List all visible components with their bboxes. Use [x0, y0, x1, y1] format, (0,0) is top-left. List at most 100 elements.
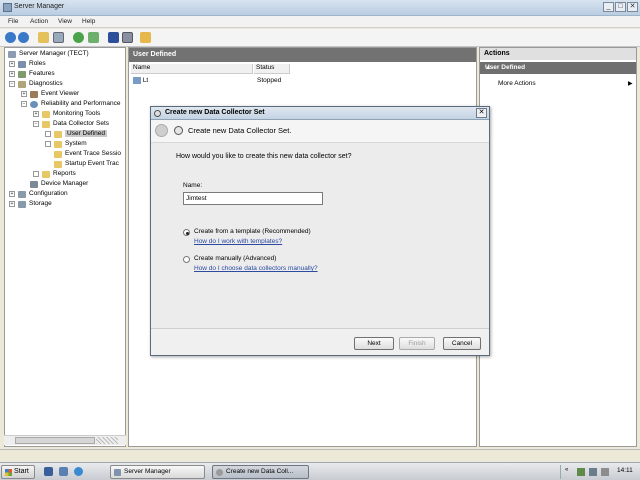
performance-icon [30, 101, 38, 108]
row-name: Lt [142, 77, 149, 85]
folder-icon [54, 151, 62, 158]
collapse-icon[interactable]: − [9, 81, 15, 87]
storage-icon [18, 201, 26, 208]
tree-horizontal-scrollbar[interactable] [4, 435, 126, 445]
more-actions-link[interactable]: More Actions [498, 80, 536, 87]
status-bar [0, 449, 640, 461]
start-button[interactable]: Start [1, 465, 35, 479]
template-option-label[interactable]: Create from a template (Recommended) [194, 228, 311, 235]
folder-icon [54, 161, 62, 168]
system-tray: « 14:11 [560, 465, 638, 479]
tree-item-label: System [65, 140, 87, 147]
actions-title: Actions [484, 50, 510, 57]
create-data-collector-set-dialog: Create new Data Collector Set ✕ Create n… [150, 106, 490, 356]
menu-help[interactable]: Help [82, 18, 95, 25]
tree-item-label: User Defined [65, 130, 107, 137]
expand-icon[interactable]: + [33, 111, 39, 117]
column-header-name[interactable]: Name [131, 64, 253, 74]
manual-option-label[interactable]: Create manually (Advanced) [194, 255, 276, 262]
taskbar-item-create-data-collector[interactable]: Create new Data Coll... [212, 465, 309, 479]
expand-icon[interactable] [45, 131, 51, 137]
expand-icon[interactable]: + [21, 91, 27, 97]
expand-icon[interactable]: + [9, 201, 15, 207]
actions-section-user-defined[interactable]: User Defined ▲ [480, 62, 636, 74]
start-label: Start [14, 468, 29, 475]
tray-expand-icon[interactable]: « [565, 467, 573, 475]
new-icon[interactable] [140, 32, 151, 43]
wizard-back-button[interactable] [155, 124, 168, 137]
collapse-icon[interactable]: − [33, 121, 39, 127]
menu-action[interactable]: Action [30, 18, 48, 25]
diagnostics-icon [18, 81, 26, 88]
dialog-title-bar[interactable]: Create new Data Collector Set ✕ [151, 107, 489, 120]
show-hide-tree-icon[interactable] [53, 32, 64, 43]
expand-icon[interactable]: + [9, 61, 15, 67]
tree-item-label: Reliability and Performance [41, 100, 121, 107]
properties-icon[interactable] [122, 32, 133, 43]
menu-bar: File Action View Help [0, 16, 640, 28]
tree-item-label: Monitoring Tools [53, 110, 101, 117]
configuration-icon [18, 191, 26, 198]
volume-icon[interactable] [601, 468, 609, 476]
manual-help-link[interactable]: How do I choose data collectors manually… [194, 265, 318, 272]
scrollbar-thumb[interactable] [15, 437, 95, 444]
submenu-arrow-icon: ▶ [628, 81, 633, 87]
expand-icon[interactable] [33, 171, 39, 177]
chevron-up-icon[interactable]: ▲ [485, 64, 632, 71]
templates-help-link[interactable]: How do I work with templates? [194, 238, 282, 245]
manual-radio[interactable] [183, 256, 190, 263]
tree-item-label: Data Collector Sets [53, 120, 109, 127]
network-icon[interactable] [577, 468, 585, 476]
title-bar[interactable]: Server Manager _ □ ✕ [0, 0, 640, 16]
column-header-status[interactable]: Status [254, 64, 290, 74]
show-desktop-icon[interactable] [59, 467, 68, 476]
next-button[interactable]: Next [354, 337, 394, 350]
folder-icon [54, 131, 62, 138]
expand-icon[interactable]: + [9, 71, 15, 77]
dialog-close-button[interactable]: ✕ [476, 108, 487, 118]
template-radio[interactable] [183, 229, 190, 236]
tree-item-label: Event Trace Sessio [65, 150, 121, 157]
expand-icon[interactable]: + [9, 191, 15, 197]
tree-item-label: Server Manager (TECT) [19, 50, 89, 57]
menu-file[interactable]: File [8, 18, 18, 25]
clock[interactable]: 14:11 [617, 467, 633, 474]
results-pane-header: User Defined [129, 48, 476, 62]
taskbar-item-label: Create new Data Coll... [226, 468, 294, 475]
back-icon[interactable] [5, 32, 16, 43]
wizard-body: How would you like to create this new da… [151, 142, 489, 328]
wizard-title: Create new Data Collector Set. [188, 126, 292, 135]
close-button[interactable]: ✕ [627, 2, 638, 12]
folder-icon [42, 121, 50, 128]
scrollbar-grip [96, 437, 118, 444]
name-field[interactable] [183, 192, 323, 205]
server-manager-icon [3, 3, 12, 12]
actions-pane: Actions User Defined ▲ More Actions ▶ [479, 47, 637, 447]
wizard-header: Create new Data Collector Set. [151, 120, 489, 142]
collapse-icon[interactable]: − [21, 101, 27, 107]
help-icon[interactable] [108, 32, 119, 43]
expand-icon[interactable] [45, 141, 51, 147]
tree-item-label: Device Manager [41, 180, 89, 187]
dialog-title: Create new Data Collector Set [165, 109, 265, 116]
tree-item-label: Startup Event Trac [65, 160, 119, 167]
menu-view[interactable]: View [58, 18, 72, 25]
navigation-tree[interactable]: Server Manager (TECT) + Roles + Features… [4, 47, 126, 447]
forward-icon[interactable] [18, 32, 29, 43]
server-manager-quicklaunch-icon[interactable] [44, 467, 53, 476]
toolbar [0, 29, 640, 47]
maximize-button[interactable]: □ [615, 2, 626, 12]
minimize-button[interactable]: _ [603, 2, 614, 12]
roles-icon [18, 61, 26, 68]
folder-icon [42, 111, 50, 118]
cancel-button[interactable]: Cancel [443, 337, 481, 350]
server-manager-tray-icon[interactable] [589, 468, 597, 476]
table-row[interactable]: Lt [133, 77, 148, 84]
wizard-icon [174, 126, 183, 135]
up-folder-icon[interactable] [38, 32, 49, 43]
wizard-footer: Next Finish Cancel [151, 328, 489, 355]
refresh-icon[interactable] [73, 32, 84, 43]
internet-explorer-icon[interactable] [74, 467, 83, 476]
taskbar-item-server-manager[interactable]: Server Manager [110, 465, 205, 479]
export-icon[interactable] [88, 32, 99, 43]
